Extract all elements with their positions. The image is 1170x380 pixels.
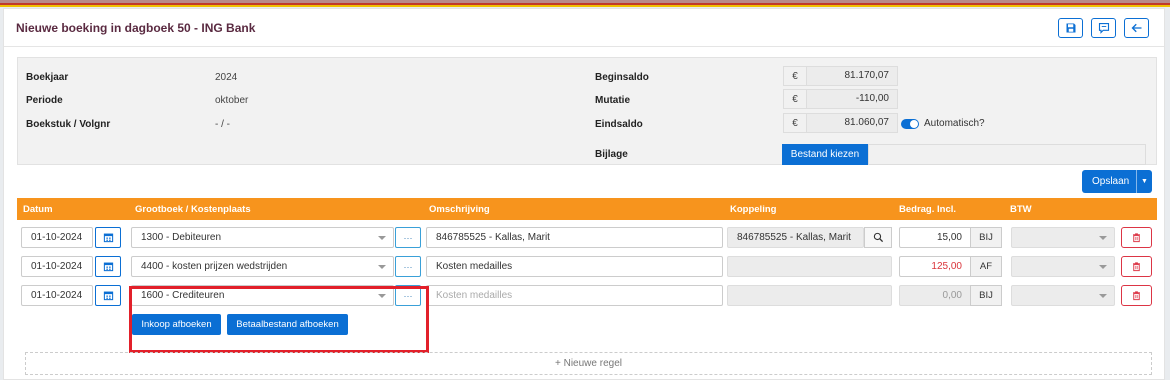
boekstuk-label: Boekstuk / Volgnr: [26, 119, 111, 130]
btw-select[interactable]: [1011, 285, 1115, 306]
bedrag-input[interactable]: 0,00: [899, 285, 971, 306]
page-title: Nieuwe boeking in dagboek 50 - ING Bank: [16, 21, 256, 35]
bij-af-toggle[interactable]: BIJ: [970, 285, 1002, 306]
new-row-button[interactable]: + Nieuwe regel: [25, 352, 1152, 375]
datum-input[interactable]: 01-10-2024: [21, 227, 93, 248]
periode-value: oktober: [215, 95, 249, 106]
file-name-field[interactable]: [868, 144, 1146, 165]
mutatie-value: -110,00: [806, 89, 898, 109]
currency-addon: €: [783, 89, 807, 109]
column-btw: BTW: [1010, 204, 1032, 215]
bedrag-input[interactable]: 125,00: [899, 256, 971, 277]
save-button[interactable]: [1058, 18, 1083, 38]
beginsaldo-label: Beginsaldo: [595, 72, 649, 83]
booking-info-panel: Boekjaar 2024 Periode oktober Boekstuk /…: [17, 57, 1157, 165]
calendar-button[interactable]: [95, 256, 121, 277]
btw-select[interactable]: [1011, 256, 1115, 277]
omschrijving-input[interactable]: Kosten medailles: [426, 256, 723, 277]
calendar-icon: [103, 233, 113, 243]
back-button[interactable]: [1124, 18, 1149, 38]
delete-row-button[interactable]: [1121, 227, 1152, 248]
booking-card: Nieuwe boeking in dagboek 50 - ING Bank …: [3, 8, 1165, 380]
top-accent-bar: [0, 0, 1170, 7]
eindsaldo-label: Eindsaldo: [595, 119, 643, 130]
beginsaldo-value: 81.170,07: [806, 66, 898, 86]
search-icon: [873, 232, 883, 243]
more-options-button[interactable]: ···: [395, 256, 421, 277]
opslaan-button[interactable]: Opslaan ▼: [1082, 170, 1152, 193]
currency-addon: €: [783, 66, 807, 86]
boekjaar-value: 2024: [215, 72, 238, 83]
trash-icon: [1133, 233, 1140, 243]
column-koppeling: Koppeling: [730, 204, 777, 215]
calendar-icon: [103, 291, 113, 301]
bij-af-toggle[interactable]: BIJ: [970, 227, 1002, 248]
periode-label: Periode: [26, 95, 63, 106]
bij-af-toggle[interactable]: AF: [970, 256, 1002, 277]
koppeling-field[interactable]: 846785525 - Kallas, Marit: [727, 227, 864, 248]
boekjaar-label: Boekjaar: [26, 72, 69, 83]
bijlage-label: Bijlage: [595, 149, 628, 160]
table-header: Datum Grootboek / Kostenplaats Omschrijv…: [17, 198, 1157, 220]
column-omschrijving: Omschrijving: [429, 204, 490, 215]
mutatie-label: Mutatie: [595, 95, 630, 106]
bedrag-input[interactable]: 15,00: [899, 227, 971, 248]
calendar-icon: [103, 262, 113, 272]
comment-icon: [1098, 22, 1109, 34]
arrow-left-icon: [1131, 23, 1141, 33]
trash-icon: [1133, 262, 1140, 272]
trash-icon: [1133, 291, 1140, 301]
more-options-button[interactable]: ···: [395, 227, 421, 248]
currency-addon: €: [783, 113, 807, 133]
caret-down-icon[interactable]: ▼: [1136, 170, 1152, 193]
btw-select[interactable]: [1011, 227, 1115, 248]
chevron-down-icon: [1099, 236, 1107, 240]
grootboek-select[interactable]: 4400 - kosten prijzen wedstrijden: [131, 256, 394, 277]
comment-button[interactable]: [1091, 18, 1116, 38]
card-header: Nieuwe boeking in dagboek 50 - ING Bank: [4, 9, 1164, 47]
eindsaldo-value: 81.060,07: [806, 113, 898, 133]
omschrijving-input[interactable]: 846785525 - Kallas, Marit: [426, 227, 723, 248]
grootboek-value: 4400 - kosten prijzen wedstrijden: [141, 261, 288, 272]
column-bedrag: Bedrag. Incl.: [899, 204, 957, 215]
datum-input[interactable]: 01-10-2024: [21, 285, 93, 306]
calendar-button[interactable]: [95, 285, 121, 306]
automatisch-label: Automatisch?: [924, 118, 985, 129]
koppeling-field[interactable]: [727, 285, 892, 306]
delete-row-button[interactable]: [1121, 285, 1152, 306]
chevron-down-icon: [1099, 265, 1107, 269]
calendar-button[interactable]: [95, 227, 121, 248]
opslaan-label: Opslaan: [1092, 176, 1130, 187]
column-datum: Datum: [23, 204, 53, 215]
koppeling-field[interactable]: [727, 256, 892, 277]
save-icon: [1066, 23, 1075, 33]
chevron-down-icon: [378, 236, 386, 240]
highlight-box: [129, 286, 429, 353]
chevron-down-icon: [1099, 294, 1107, 298]
datum-input[interactable]: 01-10-2024: [21, 256, 93, 277]
chevron-down-icon: [378, 265, 386, 269]
boekstuk-value: - / -: [215, 119, 230, 130]
delete-row-button[interactable]: [1121, 256, 1152, 277]
automatisch-toggle[interactable]: [901, 119, 919, 129]
search-button[interactable]: [864, 227, 892, 248]
grootboek-value: 1300 - Debiteuren: [141, 232, 222, 243]
bestand-kiezen-button[interactable]: Bestand kiezen: [782, 144, 868, 165]
column-grootboek: Grootboek / Kostenplaats: [135, 204, 251, 215]
grootboek-select[interactable]: 1300 - Debiteuren: [131, 227, 394, 248]
omschrijving-input[interactable]: Kosten medailles: [426, 285, 723, 306]
